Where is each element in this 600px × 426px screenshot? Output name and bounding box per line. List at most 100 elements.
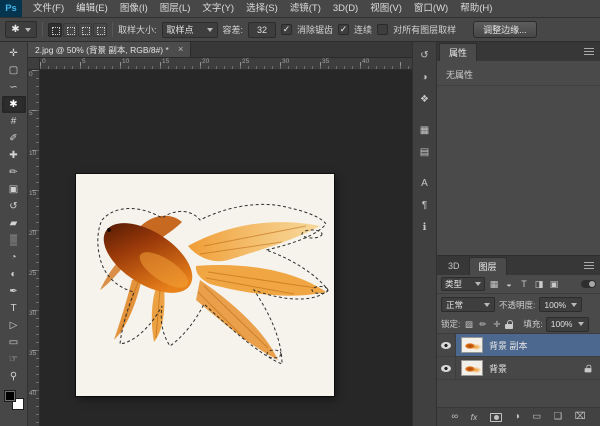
lock-all-icon[interactable] bbox=[505, 320, 513, 329]
menu-view[interactable]: 视图(V) bbox=[364, 0, 408, 17]
magic-wand-tool[interactable]: ✱ bbox=[2, 96, 26, 113]
filter-type-layers-icon[interactable]: T bbox=[518, 280, 530, 289]
new-group-icon[interactable]: ▭ bbox=[532, 412, 541, 422]
layer-thumbnail[interactable] bbox=[461, 337, 483, 353]
filter-pixel-layers-icon[interactable]: ▦ bbox=[488, 280, 500, 289]
document-image[interactable] bbox=[76, 174, 334, 396]
filter-toggle[interactable] bbox=[581, 280, 596, 288]
menu-type[interactable]: 文字(Y) bbox=[196, 0, 240, 17]
fill-value: 100% bbox=[551, 319, 573, 329]
sample-size-dropdown[interactable]: 取样点 bbox=[162, 22, 218, 38]
panel-menu-icon[interactable] bbox=[584, 48, 594, 55]
tab-3d[interactable]: 3D bbox=[439, 257, 469, 275]
chevron-down-icon bbox=[571, 303, 577, 307]
refine-edge-button[interactable]: 调整边缘... bbox=[473, 21, 537, 38]
brush-tool[interactable]: ✏ bbox=[2, 164, 26, 181]
visibility-toggle[interactable] bbox=[437, 334, 456, 356]
vertical-ruler[interactable]: 0 5 10 15 20 25 30 35 40 bbox=[28, 70, 40, 426]
character-panel-icon[interactable]: A bbox=[416, 177, 434, 191]
magic-wand-icon: ✱ bbox=[11, 25, 19, 35]
sample-all-layers-checkbox[interactable] bbox=[377, 24, 388, 35]
filter-adjustment-layers-icon[interactable]: ◒ bbox=[503, 280, 515, 289]
color-panel-icon[interactable]: ▦ bbox=[416, 124, 434, 138]
link-layers-icon[interactable]: ∞ bbox=[451, 412, 458, 422]
lasso-tool[interactable]: ∽ bbox=[2, 79, 26, 96]
history-brush-tool[interactable]: ↺ bbox=[2, 198, 26, 215]
anti-alias-checkbox[interactable]: ✓ bbox=[281, 24, 292, 35]
properties-body: 无属性 bbox=[437, 61, 600, 256]
swatches-panel-icon[interactable]: ▤ bbox=[416, 146, 434, 160]
ruler-origin-corner[interactable] bbox=[28, 58, 40, 69]
type-tool[interactable]: T bbox=[2, 300, 26, 317]
add-to-selection-icon[interactable] bbox=[63, 23, 77, 37]
add-layer-mask-icon[interactable] bbox=[490, 413, 502, 422]
ruler-row: 0 5 10 15 20 25 30 35 40 bbox=[28, 58, 412, 70]
menu-image[interactable]: 图像(I) bbox=[114, 0, 154, 17]
menu-edit[interactable]: 编辑(E) bbox=[70, 0, 114, 17]
blur-tool[interactable]: ◔ bbox=[2, 249, 26, 266]
separator bbox=[112, 22, 113, 37]
tool-preset-picker[interactable]: ✱ bbox=[5, 21, 37, 38]
canvas-area[interactable] bbox=[40, 70, 412, 426]
ruler-tick-label: 25 bbox=[29, 270, 36, 277]
info-panel-icon[interactable]: ℹ bbox=[416, 221, 434, 235]
layers-body: 类型 ▦ ◒ T ◨ ▣ 正常 bbox=[437, 275, 600, 426]
filter-kind-dropdown[interactable]: 类型 bbox=[441, 277, 485, 291]
history-panel-icon[interactable]: ↺ bbox=[416, 49, 434, 63]
visibility-toggle[interactable] bbox=[437, 357, 456, 379]
zoom-tool[interactable]: ⚲ bbox=[2, 368, 26, 385]
filter-smart-objects-icon[interactable]: ▣ bbox=[548, 280, 560, 289]
document-tab[interactable]: 2.jpg @ 50% (背景 副本, RGB/8#) * × bbox=[28, 42, 191, 57]
layer-row-background-copy[interactable]: 背景 副本 bbox=[437, 334, 600, 357]
menu-help[interactable]: 帮助(H) bbox=[454, 0, 498, 17]
gradient-tool[interactable]: ▒ bbox=[2, 232, 26, 249]
move-tool[interactable]: ✛ bbox=[2, 45, 26, 62]
dodge-tool[interactable]: ◐ bbox=[2, 266, 26, 283]
tab-properties[interactable]: 属性 bbox=[439, 43, 477, 61]
opacity-dropdown[interactable]: 100% bbox=[539, 297, 582, 312]
path-selection-tool[interactable]: ▷ bbox=[2, 317, 26, 334]
blend-mode-dropdown[interactable]: 正常 bbox=[441, 297, 495, 312]
close-tab-icon[interactable]: × bbox=[178, 44, 184, 55]
subtract-from-selection-icon[interactable] bbox=[78, 23, 92, 37]
ruler-tick-label: 15 bbox=[29, 190, 36, 197]
ruler-tick-label: 35 bbox=[29, 350, 36, 357]
adjustments-panel-icon[interactable]: ◑ bbox=[416, 71, 434, 85]
lock-transparent-pixels-icon[interactable]: ▨ bbox=[463, 320, 474, 329]
eyedropper-tool[interactable]: ✐ bbox=[2, 130, 26, 147]
menu-3d[interactable]: 3D(D) bbox=[327, 0, 364, 17]
contiguous-checkbox[interactable]: ✓ bbox=[338, 24, 349, 35]
layer-thumbnail[interactable] bbox=[461, 360, 483, 376]
menu-file[interactable]: 文件(F) bbox=[27, 0, 70, 17]
new-selection-icon[interactable] bbox=[48, 23, 62, 37]
healing-brush-tool[interactable]: ✚ bbox=[2, 147, 26, 164]
crop-tool[interactable]: # bbox=[2, 113, 26, 130]
menu-select[interactable]: 选择(S) bbox=[240, 0, 284, 17]
fill-dropdown[interactable]: 100% bbox=[546, 317, 589, 332]
menu-filter[interactable]: 滤镜(T) bbox=[284, 0, 327, 17]
paragraph-panel-icon[interactable]: ¶ bbox=[416, 199, 434, 213]
intersect-selection-icon[interactable] bbox=[93, 23, 107, 37]
layer-style-icon[interactable]: fx bbox=[471, 413, 478, 422]
menu-window[interactable]: 窗口(W) bbox=[408, 0, 454, 17]
shape-tool[interactable]: ▭ bbox=[2, 334, 26, 351]
horizontal-ruler[interactable]: 0 5 10 15 20 25 30 35 40 bbox=[40, 58, 412, 69]
foreground-color-swatch[interactable] bbox=[4, 390, 16, 402]
panel-menu-icon[interactable] bbox=[584, 262, 594, 269]
layer-row-background[interactable]: 背景 bbox=[437, 357, 600, 380]
styles-panel-icon[interactable]: ❖ bbox=[416, 93, 434, 107]
lock-image-pixels-icon[interactable]: ✏ bbox=[477, 320, 488, 329]
lock-position-icon[interactable]: ✛ bbox=[491, 320, 502, 329]
menu-layer[interactable]: 图层(L) bbox=[154, 0, 197, 17]
hand-tool[interactable]: ☞ bbox=[2, 351, 26, 368]
adjustment-layer-icon[interactable]: ◑ bbox=[514, 412, 520, 422]
pen-tool[interactable]: ✒ bbox=[2, 283, 26, 300]
new-layer-icon[interactable]: ❏ bbox=[554, 412, 563, 422]
eraser-tool[interactable]: ▰ bbox=[2, 215, 26, 232]
tab-layers[interactable]: 图层 bbox=[469, 257, 507, 275]
filter-shape-layers-icon[interactable]: ◨ bbox=[533, 280, 545, 289]
delete-layer-icon[interactable]: ⌧ bbox=[575, 412, 586, 422]
rectangular-marquee-tool[interactable]: ▢ bbox=[2, 62, 26, 79]
clone-stamp-tool[interactable]: ▣ bbox=[2, 181, 26, 198]
tolerance-input[interactable]: 32 bbox=[248, 22, 276, 38]
